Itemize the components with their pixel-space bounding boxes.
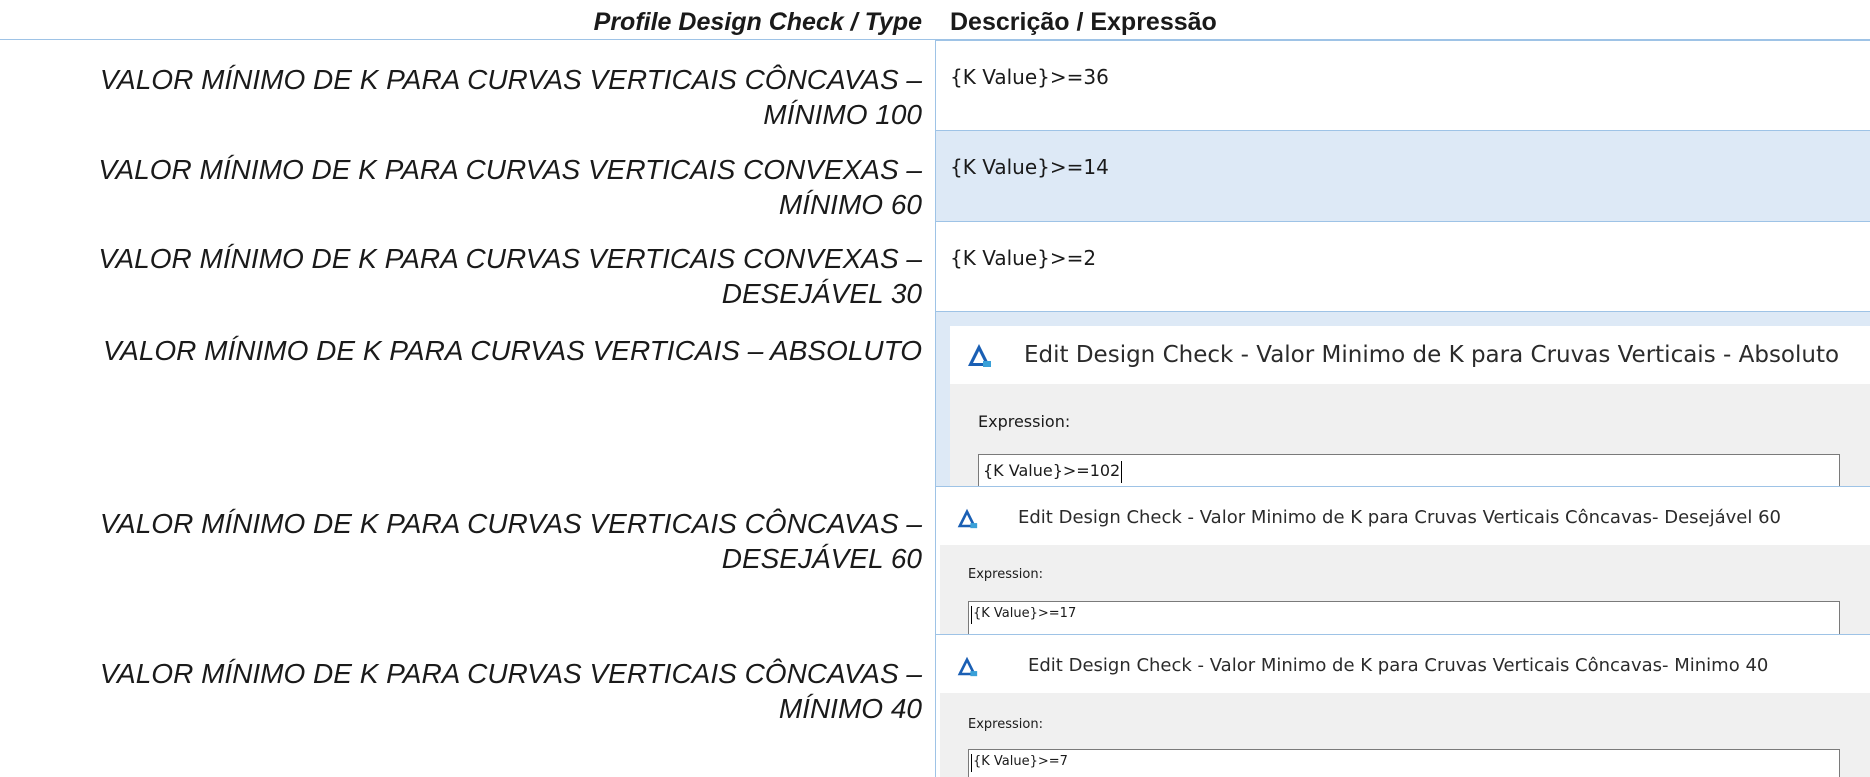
expression-label: Expression: — [978, 412, 1071, 431]
expression-label: Expression: — [968, 717, 1043, 732]
dialog-titlebar: Edit Design Check - Valor Minimo de K pa… — [940, 491, 1870, 545]
type-line-1: VALOR MÍNIMO DE K PARA CURVAS VERTICAIS … — [103, 335, 922, 366]
table-row: VALOR MÍNIMO DE K PARA CURVAS VERTICAIS … — [0, 130, 1870, 221]
edit-design-check-dialog: Edit Design Check - Valor Minimo de K pa… — [940, 491, 1870, 634]
description-cell: {K Value}>=36 — [935, 40, 1870, 130]
column-header-description: Descrição / Expressão — [950, 8, 1217, 36]
dialog-screenshot: Edit Design Check - Valor Minimo de K pa… — [940, 491, 1870, 634]
type-line-2: DESEJÁVEL 60 — [721, 543, 922, 574]
expression-value: {K Value}>=7 — [973, 754, 1068, 769]
text-caret — [971, 754, 972, 772]
dialog-screenshot: Edit Design Check - Valor Minimo de K pa… — [940, 639, 1870, 777]
table-row: VALOR MÍNIMO DE K PARA CURVAS VERTICAIS … — [0, 634, 1870, 777]
expression-input[interactable]: {K Value}>=102 — [978, 454, 1840, 486]
table-row: VALOR MÍNIMO DE K PARA CURVAS VERTICAIS … — [0, 221, 1870, 311]
type-line-2: DESEJÁVEL 30 — [721, 278, 922, 309]
expression-text: {K Value}>=36 — [950, 65, 1109, 89]
edit-design-check-dialog: Edit Design Check - Valor Minimo de K pa… — [950, 326, 1870, 486]
type-cell: VALOR MÍNIMO DE K PARA CURVAS VERTICAIS … — [0, 634, 922, 726]
type-line-2: MÍNIMO 100 — [763, 99, 922, 130]
text-caret — [971, 606, 972, 624]
autocad-civil3d-icon — [957, 656, 978, 677]
expression-value: {K Value}>=102 — [983, 461, 1121, 480]
type-line-2: MÍNIMO 40 — [778, 693, 922, 724]
dialog-title: Edit Design Check - Valor Minimo de K pa… — [1024, 342, 1840, 368]
expression-input[interactable]: {K Value}>=17 — [968, 601, 1840, 634]
dialog-titlebar: Edit Design Check - Valor Minimo de K pa… — [950, 326, 1870, 384]
table-row: VALOR MÍNIMO DE K PARA CURVAS VERTICAIS … — [0, 486, 1870, 634]
type-line-2: MÍNIMO 60 — [778, 189, 922, 220]
text-caret — [1121, 461, 1122, 483]
expression-text: {K Value}>=14 — [950, 155, 1109, 179]
type-line-1: VALOR MÍNIMO DE K PARA CURVAS VERTICAIS … — [99, 658, 922, 689]
autocad-civil3d-icon — [968, 344, 991, 367]
type-line-1: VALOR MÍNIMO DE K PARA CURVAS VERTICAIS … — [99, 64, 922, 95]
type-cell: VALOR MÍNIMO DE K PARA CURVAS VERTICAIS … — [0, 486, 922, 576]
expression-value: {K Value}>=17 — [973, 606, 1077, 621]
table-header: Profile Design Check / Type Descrição / … — [0, 0, 1870, 40]
type-cell: VALOR MÍNIMO DE K PARA CURVAS VERTICAIS … — [0, 130, 922, 222]
description-cell: Edit Design Check - Valor Minimo de K pa… — [935, 311, 1870, 486]
edit-design-check-dialog: Edit Design Check - Valor Minimo de K pa… — [940, 639, 1870, 777]
table-row: VALOR MÍNIMO DE K PARA CURVAS VERTICAIS … — [0, 311, 1870, 486]
type-line-1: VALOR MÍNIMO DE K PARA CURVAS VERTICAIS … — [98, 154, 922, 185]
column-header-type: Profile Design Check / Type — [593, 8, 922, 36]
type-line-1: VALOR MÍNIMO DE K PARA CURVAS VERTICAIS … — [98, 243, 922, 274]
dialog-screenshot: Edit Design Check - Valor Minimo de K pa… — [950, 326, 1870, 486]
description-cell: {K Value}>=2 — [935, 221, 1870, 311]
dialog-title: Edit Design Check - Valor Minimo de K pa… — [1018, 507, 1782, 528]
autocad-civil3d-icon — [957, 508, 978, 529]
type-cell: VALOR MÍNIMO DE K PARA CURVAS VERTICAIS … — [0, 40, 922, 132]
expression-label: Expression: — [968, 567, 1043, 582]
dialog-title: Edit Design Check - Valor Minimo de K pa… — [1028, 655, 1769, 676]
table-row: VALOR MÍNIMO DE K PARA CURVAS VERTICAIS … — [0, 40, 1870, 130]
dialog-titlebar: Edit Design Check - Valor Minimo de K pa… — [940, 639, 1870, 693]
description-cell: Edit Design Check - Valor Minimo de K pa… — [935, 486, 1870, 634]
type-cell: VALOR MÍNIMO DE K PARA CURVAS VERTICAIS … — [0, 221, 922, 311]
expression-input[interactable]: {K Value}>=7 — [968, 749, 1840, 777]
type-cell: VALOR MÍNIMO DE K PARA CURVAS VERTICAIS … — [0, 311, 922, 368]
description-cell: {K Value}>=14 — [935, 130, 1870, 221]
description-cell: Edit Design Check - Valor Minimo de K pa… — [935, 634, 1870, 777]
expression-text: {K Value}>=2 — [950, 246, 1097, 270]
type-line-1: VALOR MÍNIMO DE K PARA CURVAS VERTICAIS … — [99, 508, 922, 539]
